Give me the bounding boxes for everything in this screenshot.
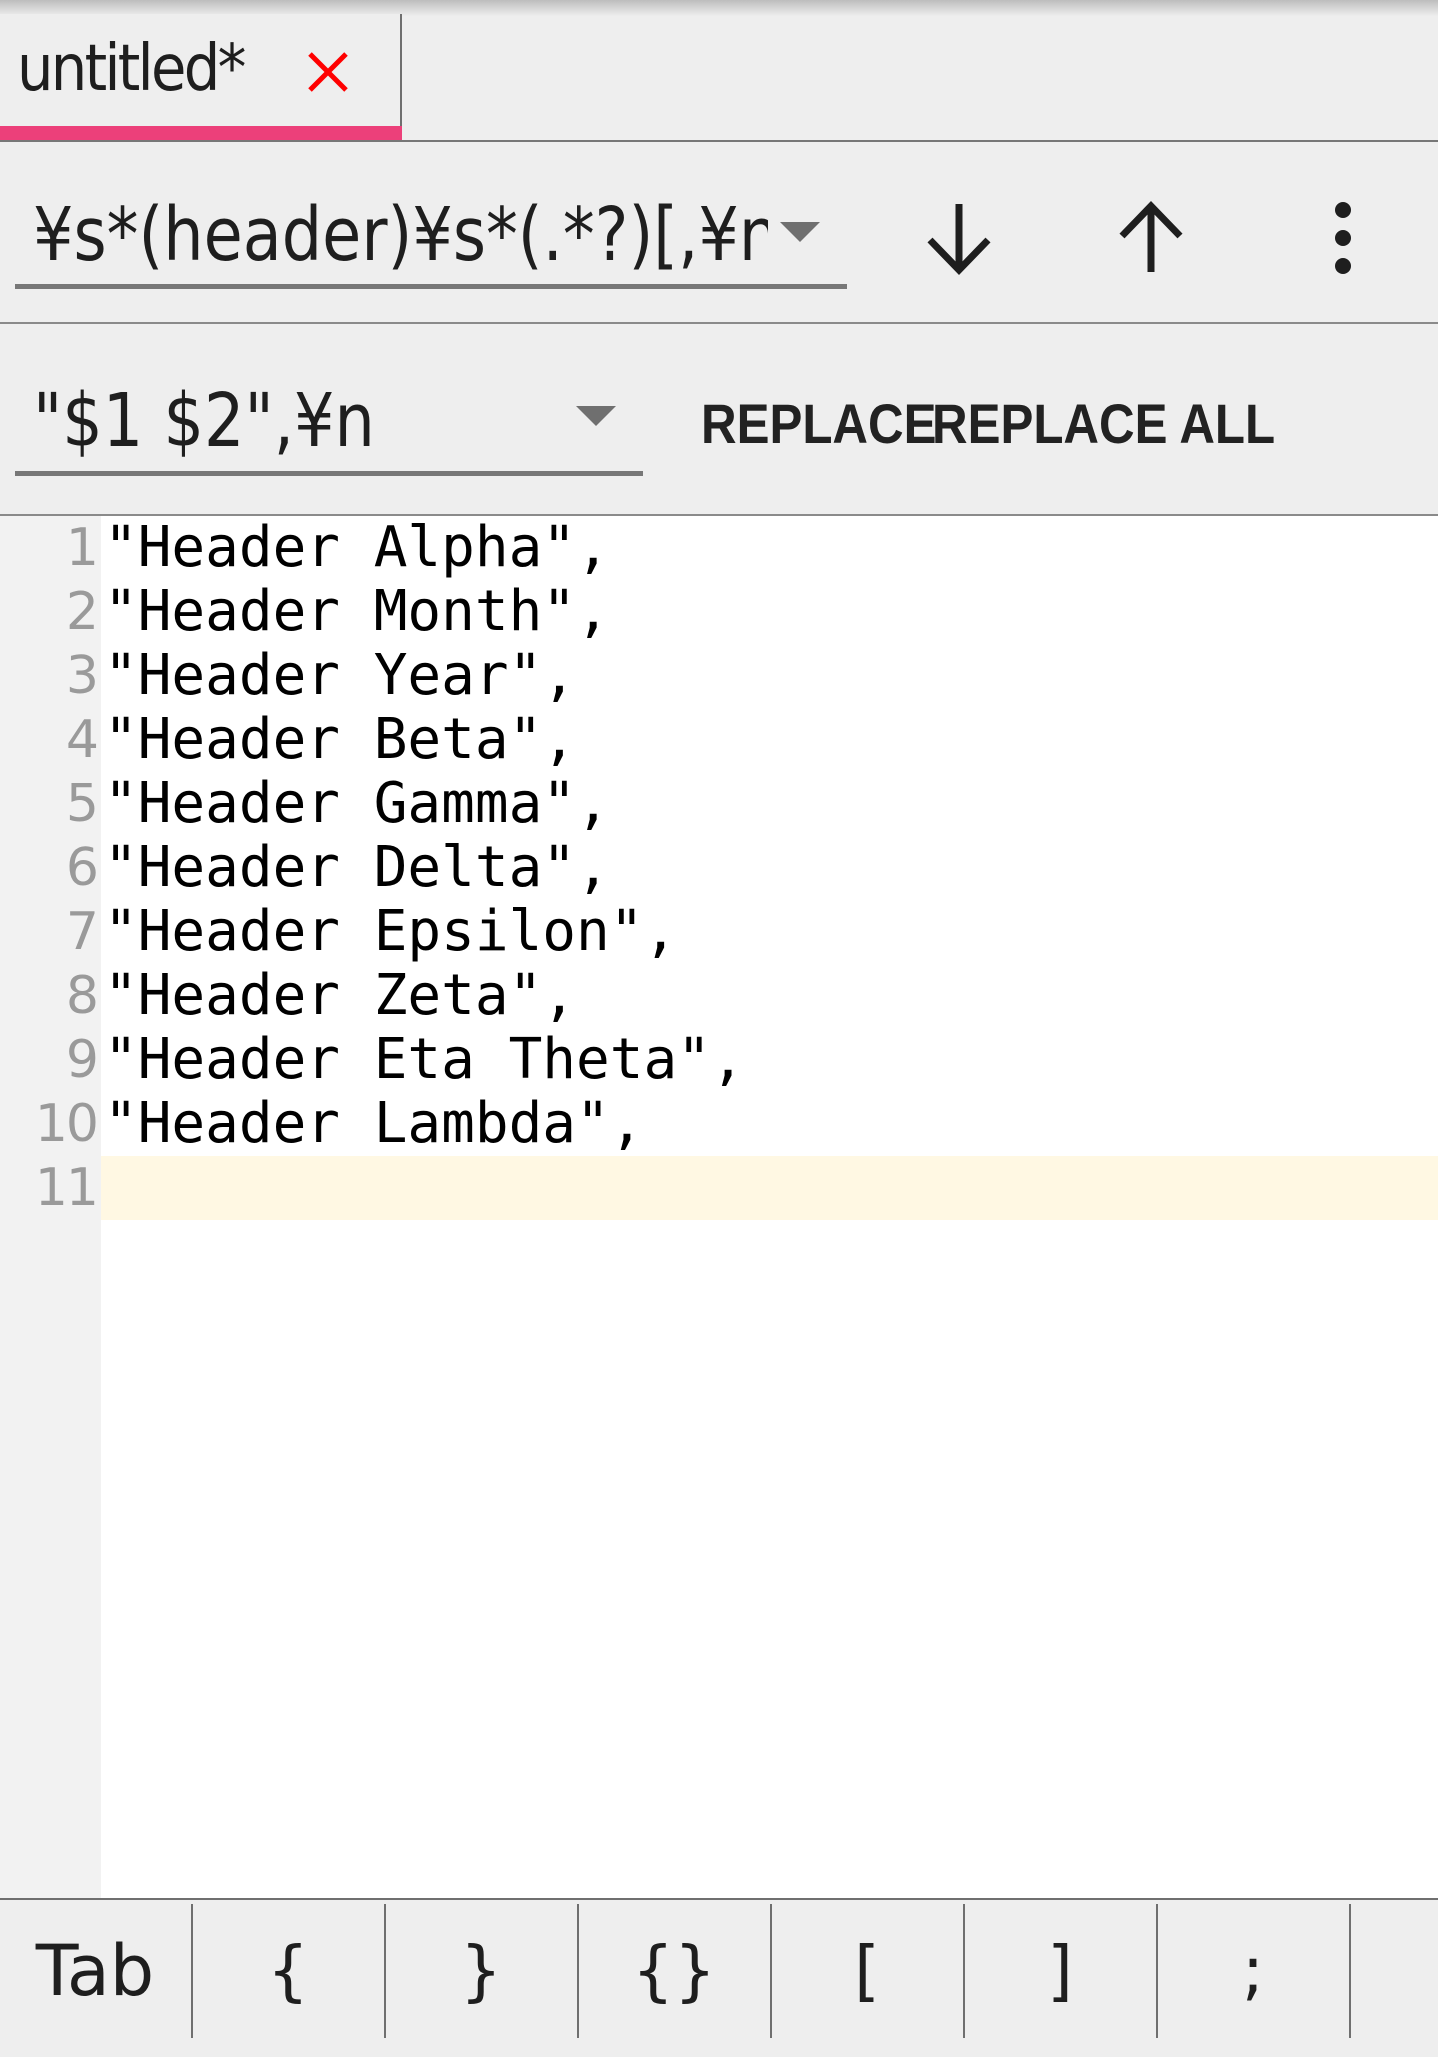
arrow-up-icon: [1119, 200, 1183, 272]
more-vert-icon: [1335, 202, 1351, 274]
find-input[interactable]: ¥s*(header)¥s*(.*?)[,¥n: [15, 182, 847, 289]
line-text: "Header Year",: [104, 643, 577, 708]
editor-line[interactable]: 9 "Header Eta Theta",: [0, 1028, 1438, 1092]
symbol-key-label: Tab: [35, 1930, 155, 2012]
replace-input-value: "$1 $2",¥n: [33, 378, 375, 464]
find-bar: ¥s*(header)¥s*(.*?)[,¥n: [0, 142, 1438, 323]
editor-line[interactable]: 7 "Header Epsilon",: [0, 900, 1438, 964]
tab-bar: untitled*: [0, 0, 1438, 142]
line-text: "Header Lambda",: [104, 1091, 644, 1156]
editor-line[interactable]: 10 "Header Lambda",: [0, 1092, 1438, 1156]
line-text: "Header Eta Theta",: [104, 1027, 745, 1092]
tab-untitled[interactable]: untitled*: [0, 14, 402, 142]
open-brace-key[interactable]: {: [192, 1904, 384, 2038]
symbol-key-label: ;: [1241, 1932, 1265, 2009]
line-number: 7: [65, 902, 99, 962]
replace-bar: "$1 $2",¥n REPLACE REPLACE ALL: [0, 324, 1438, 515]
line-text: "Header Month",: [104, 579, 610, 644]
line-text: "Header Zeta",: [104, 963, 577, 1028]
tab-title: untitled*: [17, 32, 246, 106]
editor-line[interactable]: 5 "Header Gamma",: [0, 772, 1438, 836]
find-previous-button[interactable]: [1101, 188, 1201, 288]
editor-line[interactable]: 1 "Header Alpha",: [0, 516, 1438, 580]
close-bracket-key[interactable]: ]: [964, 1904, 1156, 2038]
line-number: 11: [34, 1158, 99, 1218]
line-number: 4: [65, 710, 99, 770]
find-next-button[interactable]: [909, 188, 1009, 288]
editor-line[interactable]: 3 "Header Year",: [0, 644, 1438, 708]
dropdown-triangle-icon[interactable]: [576, 406, 616, 426]
symbol-key-label: {}: [632, 1932, 716, 2009]
line-number: 10: [34, 1094, 99, 1154]
line-number: 1: [65, 518, 99, 578]
line-text: "Header Epsilon",: [104, 899, 678, 964]
editor-line[interactable]: 8 "Header Zeta",: [0, 964, 1438, 1028]
symbol-key-label: {: [267, 1932, 309, 2009]
line-number: 3: [65, 646, 99, 706]
open-bracket-key[interactable]: [: [771, 1904, 963, 2038]
line-text: "Header Alpha",: [104, 515, 610, 580]
symbol-key-label: [: [854, 1932, 880, 2009]
replace-input-underline: [15, 471, 643, 476]
replace-input[interactable]: "$1 $2",¥n: [15, 364, 643, 476]
dropdown-triangle-icon[interactable]: [780, 222, 820, 242]
symbol-key-label: }: [460, 1932, 502, 2009]
editor-line[interactable]: 11: [0, 1156, 1438, 1220]
code-editor[interactable]: 1 "Header Alpha", 2 "Header Month", 3 "Header…: [0, 516, 1438, 1898]
replace-all-button[interactable]: REPLACE ALL: [932, 384, 1275, 464]
symbol-key-label: ]: [1047, 1932, 1073, 2009]
symbol-key-bar: Tab {} {} [];: [0, 1898, 1438, 2038]
brace-pair-key[interactable]: {}: [578, 1904, 770, 2038]
replace-button[interactable]: REPLACE: [701, 384, 936, 464]
editor-line[interactable]: 6 "Header Delta",: [0, 836, 1438, 900]
line-text: "Header Gamma",: [104, 771, 610, 836]
tab-key[interactable]: Tab: [0, 1904, 191, 2038]
editor-line[interactable]: 2 "Header Month",: [0, 580, 1438, 644]
line-number: 8: [65, 966, 99, 1026]
find-input-underline: [15, 284, 847, 289]
line-text: "Header Beta",: [104, 707, 577, 772]
line-number: 6: [65, 838, 99, 898]
line-number: 2: [65, 582, 99, 642]
overflow-menu-button[interactable]: [1293, 188, 1393, 288]
arrow-down-icon: [927, 204, 991, 276]
close-brace-key[interactable]: }: [385, 1904, 577, 2038]
semicolon-key[interactable]: ;: [1157, 1904, 1349, 2038]
close-x-icon[interactable]: [306, 50, 350, 94]
find-input-clip: ¥s*(header)¥s*(.*?)[,¥n: [33, 182, 768, 282]
key-separator: [1349, 1904, 1351, 2038]
editor-line[interactable]: 4 "Header Beta",: [0, 708, 1438, 772]
line-text: "Header Delta",: [104, 835, 610, 900]
find-input-value: ¥s*(header)¥s*(.*?)[,¥n: [33, 192, 768, 278]
line-number: 5: [65, 774, 99, 834]
line-number: 9: [65, 1030, 99, 1090]
